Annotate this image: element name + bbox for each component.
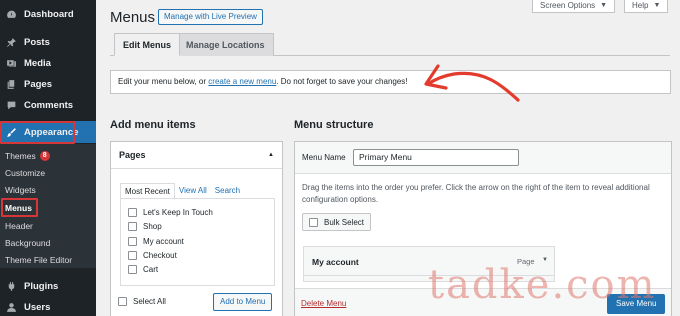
checkbox[interactable] — [128, 222, 137, 231]
pages-checklist: Let's Keep In Touch Shop My account Chec… — [120, 198, 275, 286]
structure-description: Drag the items into the order you prefer… — [302, 183, 650, 204]
sidebar-item-label: Plugins — [24, 280, 59, 292]
sidebar-item-label: Posts — [24, 36, 50, 48]
tab-manage-locations[interactable]: Manage Locations — [177, 33, 274, 56]
highlight-menus — [1, 198, 38, 217]
checkbox[interactable] — [128, 251, 137, 260]
live-preview-button[interactable]: Manage with Live Preview — [158, 9, 263, 25]
menu-structure-title: Menu structure — [294, 119, 374, 131]
checkbox[interactable] — [128, 237, 137, 246]
pages-panel-header[interactable]: Pages ▲ — [111, 142, 282, 169]
tab-edit-menus[interactable]: Edit Menus — [114, 33, 181, 56]
select-all-checkbox[interactable]: Select All — [118, 297, 166, 306]
comments-icon — [5, 99, 17, 111]
watermark: tadke.com — [428, 262, 657, 308]
menu-item-title: My account — [312, 257, 359, 267]
checkbox[interactable] — [128, 265, 137, 274]
page-title: Menus — [110, 9, 156, 26]
sidebar-item-label: Comments — [24, 99, 74, 111]
delete-menu-link[interactable]: Delete Menu — [301, 299, 346, 308]
list-item[interactable]: Checkout — [128, 251, 177, 260]
pages-icon — [5, 78, 17, 90]
menu-name-label: Menu Name — [302, 153, 346, 162]
menu-name-bar: Menu Name Primary Menu — [295, 142, 671, 174]
list-item[interactable]: Shop — [128, 222, 162, 231]
add-menu-items-title: Add menu items — [110, 119, 196, 131]
highlight-appearance — [0, 121, 75, 144]
pages-panel: Pages ▲ Most Recent View All Search Let'… — [110, 141, 283, 316]
submenu-background[interactable]: Background — [5, 238, 50, 248]
collapse-arrow-icon[interactable]: ▲ — [268, 152, 274, 158]
plugin-icon — [5, 280, 17, 292]
sidebar-item-label: Pages — [24, 78, 52, 90]
sidebar-item-label: Users — [24, 301, 51, 313]
bulk-select-button[interactable]: Bulk Select — [302, 213, 372, 231]
submenu-theme-file-editor[interactable]: Theme File Editor — [5, 255, 72, 265]
update-count-badge: 8 — [39, 151, 50, 161]
checkbox[interactable] — [309, 217, 318, 227]
users-icon — [5, 301, 17, 313]
add-to-menu-button[interactable]: Add to Menu — [213, 293, 273, 311]
menu-notice: Edit your menu below, or create a new me… — [110, 70, 671, 94]
sidebar-item-media[interactable]: Media — [0, 55, 96, 71]
checkbox[interactable] — [118, 297, 127, 306]
sidebar-item-label: Dashboard — [24, 8, 74, 20]
submenu-customize[interactable]: Customize — [5, 168, 45, 178]
pin-icon — [5, 36, 17, 48]
menu-name-input[interactable]: Primary Menu — [353, 149, 519, 166]
list-item[interactable]: Cart — [128, 265, 158, 274]
sidebar-item-plugins[interactable]: Plugins — [0, 278, 96, 294]
list-item[interactable]: Let's Keep In Touch — [128, 208, 213, 217]
submenu-widgets[interactable]: Widgets — [5, 185, 36, 195]
dashboard-icon — [5, 8, 17, 20]
screen-options-button[interactable]: Screen Options ▼ — [532, 0, 616, 13]
submenu-themes[interactable]: Themes 8 — [5, 151, 50, 161]
sidebar-item-dashboard[interactable]: Dashboard — [0, 6, 96, 22]
create-menu-link[interactable]: create a new menu — [208, 77, 276, 86]
pages-panel-title: Pages — [119, 150, 146, 160]
sidebar-item-label: Media — [24, 57, 51, 69]
sidebar-item-posts[interactable]: Posts — [0, 34, 96, 50]
sidebar-item-comments[interactable]: Comments — [0, 97, 96, 113]
checkbox[interactable] — [128, 208, 137, 217]
sidebar-item-users[interactable]: Users — [0, 299, 96, 315]
admin-sidebar: Dashboard Posts Media Pages Comments App… — [0, 0, 96, 316]
caret-down-icon: ▼ — [600, 1, 608, 9]
annotation-arrow — [424, 64, 520, 102]
caret-down-icon: ▼ — [653, 1, 661, 9]
help-button[interactable]: Help ▼ — [624, 0, 669, 13]
media-icon — [5, 57, 17, 69]
submenu-header[interactable]: Header — [5, 221, 33, 231]
list-item[interactable]: My account — [128, 237, 184, 246]
sidebar-item-pages[interactable]: Pages — [0, 76, 96, 92]
